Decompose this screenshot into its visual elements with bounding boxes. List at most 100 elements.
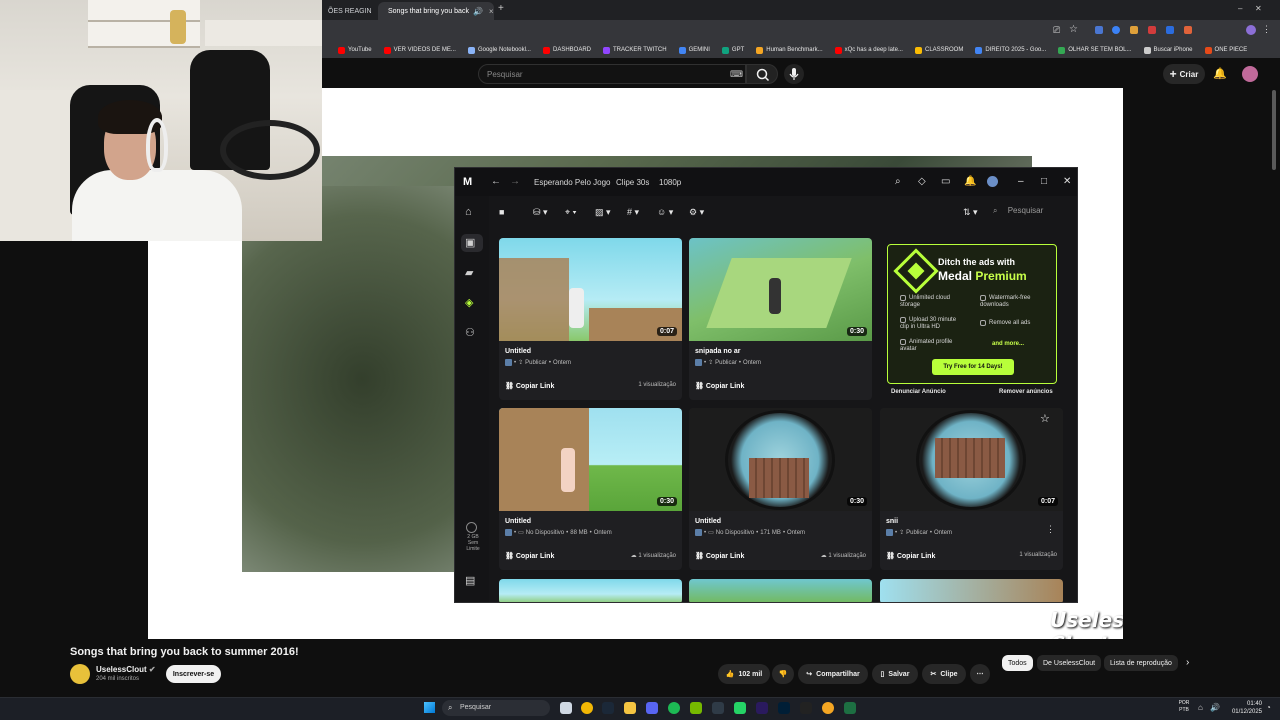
clip-card[interactable]: 0:07 Untitled • ⇪ Publicar • Ontem ⛓ Cop… [499, 238, 682, 400]
back-arrow-icon[interactable]: ← [491, 176, 501, 187]
clip-card[interactable] [689, 579, 872, 602]
menu-dots-icon[interactable]: ⋮ [1262, 24, 1271, 35]
browser-tab-youtube[interactable]: Songs that bring you back 🔊 × [378, 2, 494, 20]
people-filter-icon[interactable]: ☺ ▾ [657, 207, 673, 218]
new-tab-button[interactable]: + [498, 3, 504, 14]
clip-length-setting[interactable]: Clipe 30s [616, 178, 649, 187]
page-scrollbar[interactable] [1272, 90, 1276, 170]
chat-icon[interactable]: ▭ [941, 176, 950, 187]
premiere-icon[interactable] [756, 702, 768, 714]
notification-center-icon[interactable]: ◔ [1266, 703, 1271, 712]
extension-icon[interactable] [1184, 26, 1192, 34]
clip-card[interactable]: 0:30 Untitled • ▭ No Dispositivo • 88 MB… [499, 408, 682, 570]
taskbar-search[interactable]: Pesquisar [442, 700, 550, 716]
clip-card[interactable] [499, 579, 682, 602]
add-friend-icon[interactable]: ⚇ [465, 326, 475, 339]
extension-icon[interactable] [1130, 26, 1138, 34]
task-view-icon[interactable] [560, 702, 572, 714]
windows-start-icon[interactable] [424, 702, 435, 713]
premium-icon[interactable]: ◈ [465, 296, 473, 309]
chip-from-channel[interactable]: De UselessClout [1037, 655, 1102, 671]
clip-card[interactable]: ☆ 0:07 snii ⋮ • ⇪ Publicar • Ontem ⛓ Cop… [880, 408, 1063, 570]
clip-status[interactable]: Publicar [525, 360, 547, 366]
home-icon[interactable]: ⌂ [465, 206, 472, 218]
clip-status[interactable]: Publicar [715, 360, 737, 366]
like-button[interactable]: 👍 102 mil [718, 664, 770, 684]
bookmark-item[interactable]: VER VIDEOS DE ME... [383, 46, 456, 54]
record-camera-icon[interactable]: ■ [499, 207, 504, 217]
bookmark-star-icon[interactable]: ☆ [1069, 24, 1078, 35]
maximize-icon[interactable]: □ [1041, 176, 1047, 187]
notifications-bell-icon[interactable]: 🔔 [1213, 67, 1227, 80]
clip-title[interactable]: Untitled [695, 518, 721, 525]
search-icon[interactable]: ⌕ [895, 176, 901, 187]
clip-title[interactable]: snii [886, 518, 898, 525]
chrome-icon[interactable] [581, 702, 593, 714]
extension-icon[interactable] [1095, 26, 1103, 34]
cast-icon[interactable]: ⎚ [1053, 25, 1060, 36]
upload-cloud-icon[interactable]: ☁ [631, 553, 637, 559]
browser-tab-reaction[interactable]: ÕES REAGIN × [322, 2, 378, 20]
volume-icon[interactable]: 🔊 [1210, 703, 1220, 712]
create-button[interactable]: + Criar [1163, 64, 1205, 84]
channel-name[interactable]: UselessClout ✔ [96, 665, 156, 674]
more-actions-button[interactable]: ⋯ [970, 664, 990, 684]
clip-thumbnail[interactable]: 0:07 [499, 238, 682, 341]
bookmark-item[interactable]: GEMINI [678, 46, 710, 54]
folder-icon[interactable]: ▰ [465, 266, 473, 279]
close-icon[interactable]: ✕ [1063, 176, 1071, 187]
extension-icon[interactable] [1148, 26, 1156, 34]
profile-avatar[interactable] [987, 176, 998, 187]
extension-icon[interactable] [1112, 26, 1120, 34]
bookmark-item[interactable]: Google Notebookl... [467, 46, 531, 54]
sort-icon[interactable]: ⇅ ▾ [963, 207, 978, 218]
bookmark-item[interactable]: Buscar iPhone [1143, 46, 1193, 54]
clip-button[interactable]: ✂ Clipe [922, 664, 966, 684]
file-explorer-icon[interactable] [624, 702, 636, 714]
youtube-search-button[interactable] [746, 64, 778, 84]
save-button[interactable]: ▯ Salvar [872, 664, 918, 684]
chip-playlist[interactable]: Lista de reprodução [1104, 655, 1178, 671]
subscribe-button[interactable]: Inscrever-se [166, 665, 221, 683]
premium-ad[interactable]: Ditch the ads with Medal Premium Unlimit… [887, 244, 1057, 384]
network-icon[interactable]: ⌂ [1198, 703, 1203, 712]
extension-icon[interactable] [1166, 26, 1174, 34]
favorite-star-icon[interactable]: ☆ [1040, 412, 1050, 425]
bookmark-item[interactable]: YouTube [338, 46, 372, 54]
bookmark-item[interactable]: DIREITO 2025 - Goo... [975, 46, 1046, 54]
bookmark-item[interactable]: DASHBOARD [542, 46, 591, 54]
copy-link-button[interactable]: ⛓ Copiar Link [886, 552, 935, 560]
feedback-icon[interactable]: ▤ [465, 574, 475, 587]
location-filter-icon[interactable]: ⌖ ▾ [565, 207, 576, 218]
channel-avatar[interactable] [70, 664, 90, 684]
language-indicator[interactable]: POR PTB [1176, 700, 1192, 714]
bookmark-item[interactable]: OLHAR SE TEM BOL... [1058, 46, 1132, 54]
clip-card[interactable]: 0:30 snipada no ar • ⇪ Publicar • Ontem … [689, 238, 872, 400]
taskbar-clock[interactable]: 01:40 01/12/2025 [1226, 700, 1262, 716]
app-icon[interactable] [712, 702, 724, 714]
more-options-icon[interactable]: ⋮ [1046, 524, 1055, 535]
app-icon[interactable] [822, 702, 834, 714]
steam-icon[interactable] [602, 702, 614, 714]
medal-search-input[interactable]: Pesquisar [1008, 206, 1044, 215]
bookmark-item[interactable]: Human Benchmark... [756, 46, 823, 54]
medal-taskbar-icon[interactable] [800, 702, 812, 714]
medal-search[interactable]: ⌕ Pesquisar [993, 206, 1069, 222]
premium-gem-icon[interactable]: ◇ [918, 176, 926, 187]
report-ad-link[interactable]: Denunciar Anúncio [891, 389, 946, 395]
resolution-setting[interactable]: 1080p [659, 178, 681, 187]
minimize-icon[interactable]: – [1018, 176, 1024, 187]
photoshop-icon[interactable] [778, 702, 790, 714]
try-free-button[interactable]: Try Free for 14 Days! [932, 359, 1014, 375]
forward-arrow-icon[interactable]: → [510, 176, 520, 187]
status-game-waiting[interactable]: Esperando Pelo Jogo [534, 178, 611, 187]
voice-search-button[interactable] [784, 64, 804, 84]
medal-logo-icon[interactable]: M [463, 176, 472, 188]
tag-filter-icon[interactable]: # ▾ [627, 207, 639, 218]
settings-filter-icon[interactable]: ⚙ ▾ [689, 207, 704, 218]
clip-title[interactable]: Untitled [505, 518, 531, 525]
tab-close-icon[interactable]: × [489, 7, 494, 16]
youtube-search-input[interactable]: Pesquisar [478, 64, 746, 84]
copy-link-button[interactable]: ⛓ Copiar Link [695, 382, 744, 390]
whatsapp-icon[interactable] [734, 702, 746, 714]
